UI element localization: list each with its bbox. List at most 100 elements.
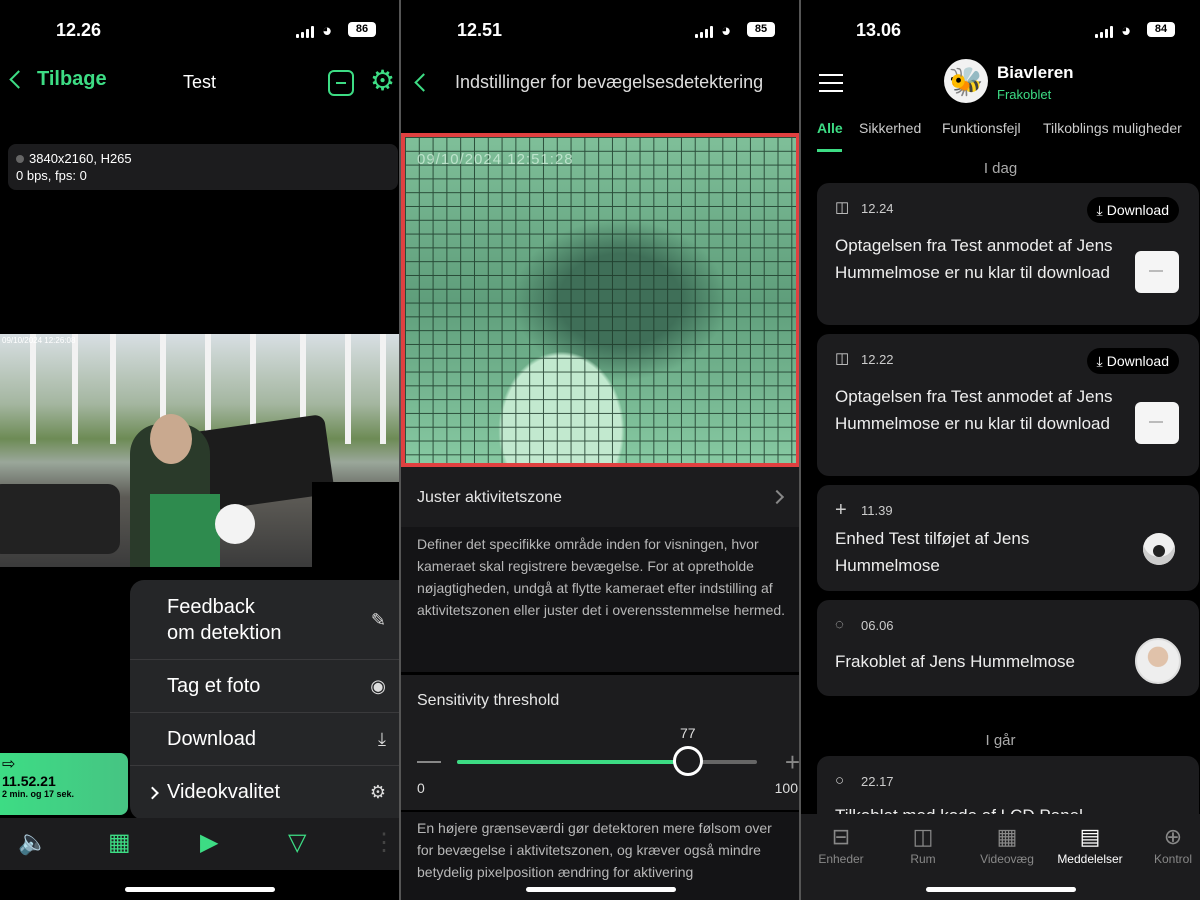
hub-status: Frakoblet <box>997 87 1052 102</box>
arm-ring-icon: ○ <box>835 772 845 789</box>
notification-time: 22.17 <box>861 774 894 789</box>
section-yesterday: I går <box>985 732 1016 749</box>
context-menu: Feedback om detektion ✎ Tag et foto ◉ Do… <box>130 580 399 820</box>
notification-card[interactable]: ◌ 06.06 Frakoblet af Jens Hummelmose <box>817 600 1199 696</box>
download-button[interactable]: ⤓ Download <box>1086 197 1179 223</box>
notification-time: 12.24 <box>861 201 894 216</box>
status-bar: 12.26 ◕ 86 <box>0 0 399 60</box>
back-chevron-icon[interactable] <box>414 73 433 92</box>
bee-avatar-icon[interactable]: 🐝 <box>944 59 988 103</box>
hub-name[interactable]: Biavleren <box>997 63 1074 83</box>
playback-toolbar: 🔈 ▦ ▶ ▽ ⋮ <box>0 818 399 870</box>
zone-timestamp: 09/10/2024 12:51:28 <box>417 151 574 168</box>
disarm-ring-icon: ◌ <box>835 616 844 633</box>
notifications-screen: 13.06 ◕ 84 🐝 Biavleren Frakoblet Alle Si… <box>801 0 1200 900</box>
sensitivity-slider[interactable] <box>457 746 757 776</box>
slider-min: 0 <box>417 780 425 796</box>
event-duration: 2 min. og 17 sek. <box>2 789 75 799</box>
download-button[interactable]: ⤓ Download <box>1086 348 1179 374</box>
motion-detection-settings-screen: 12.51 ◕ 85 Indstillinger for bevægelsesd… <box>401 0 800 900</box>
hub-device-thumbnail <box>1135 251 1179 293</box>
battery-indicator: 85 <box>747 22 775 37</box>
notification-card[interactable]: ◫ 12.22 ⤓ Download Optagelsen fra Test an… <box>817 334 1199 476</box>
slider-value: 77 <box>680 725 696 741</box>
devices-icon: ⊟ <box>831 824 851 849</box>
settings-gear-icon[interactable]: ⚙ <box>370 66 395 96</box>
tab-control[interactable]: ⊕ Kontrol <box>1133 822 1200 866</box>
notification-time: 06.06 <box>861 618 894 633</box>
speaker-icon[interactable]: 🔈 <box>18 830 48 856</box>
battery-indicator: 86 <box>348 22 376 37</box>
tab-label: Rum <box>910 852 936 866</box>
slider-max: 100 <box>774 780 798 796</box>
minus-icon[interactable] <box>417 761 441 763</box>
wifi-icon: ◕ <box>1121 21 1132 40</box>
tab-connection-options[interactable]: Tilkoblings muligheder <box>1043 120 1182 136</box>
sensitivity-description: En højere grænseværdi gør detektoren mer… <box>417 820 772 880</box>
notification-card[interactable]: + 11.39 Enhed Test tilføjet af Jens Humm… <box>817 485 1199 591</box>
stream-rate: 0 bps, fps: 0 <box>16 168 87 183</box>
sensitivity-card: Sensitivity threshold 77 + 0 100 <box>401 675 800 810</box>
stream-info-overlay: 3840x2160, H265 0 bps, fps: 0 <box>8 144 398 190</box>
wifi-icon: ◕ <box>721 21 732 40</box>
chevron-right-icon <box>146 786 159 799</box>
home-indicator <box>124 887 275 892</box>
home-indicator <box>525 887 676 892</box>
sensitivity-label: Sensitivity threshold <box>417 692 560 709</box>
person-vest-shape <box>150 494 220 567</box>
camera-feed-image[interactable]: 09/10/2024 12:26:08 <box>0 334 399 567</box>
menu-item-label: Download <box>167 727 256 750</box>
filter-icon[interactable]: ▽ <box>288 830 306 856</box>
download-label: Download <box>1106 202 1169 218</box>
status-time: 12.51 <box>457 20 503 40</box>
section-today: I dag <box>983 160 1018 177</box>
home-indicator <box>925 887 1076 892</box>
hub-device-thumbnail <box>1135 402 1179 444</box>
black-overlay <box>312 482 399 567</box>
tab-rooms[interactable]: ◫ Rum <box>883 822 963 866</box>
adjust-zone-desc-card: Definer det specifikke område inden for … <box>401 527 800 672</box>
activity-zone-preview[interactable]: 09/10/2024 12:51:28 <box>401 133 800 467</box>
download-icon: ⤓ <box>378 728 386 749</box>
menu-item-download[interactable]: Download ⤓ <box>130 713 399 766</box>
adjust-zone-row[interactable]: Juster aktivitetszone <box>401 467 800 527</box>
menu-hamburger-icon[interactable] <box>819 74 843 92</box>
tab-videowall[interactable]: ▦ Videovæg <box>967 822 1047 866</box>
video-clip-icon: ◫ <box>835 350 850 367</box>
download-icon: ⤓ <box>1096 201 1103 218</box>
signal-icon <box>695 26 715 38</box>
battery-indicator: 84 <box>1147 22 1175 37</box>
feedback-icon: ✎ <box>370 609 386 630</box>
adjust-zone-label: Juster aktivitetszone <box>417 489 562 506</box>
menu-item-feedback[interactable]: Feedback om detektion ✎ <box>130 580 399 660</box>
tab-all[interactable]: Alle <box>817 120 843 136</box>
plus-icon: + <box>835 499 847 521</box>
more-icon[interactable]: ⋮ <box>372 830 396 856</box>
tab-security[interactable]: Sikkerhed <box>859 120 921 136</box>
adjust-zone-description: Definer det specifikke område inden for … <box>417 536 786 618</box>
play-icon[interactable]: ▶ <box>200 830 218 856</box>
control-icon: ⊕ <box>1163 824 1183 849</box>
status-time: 13.06 <box>856 20 902 40</box>
plus-icon[interactable]: + <box>785 749 800 775</box>
tab-devices[interactable]: ⊟ Enheder <box>801 822 881 866</box>
minimize-icon[interactable] <box>328 70 354 96</box>
stream-resolution: 3840x2160, H265 <box>29 151 132 166</box>
slider-fill <box>457 760 688 764</box>
menu-item-video-quality[interactable]: Videokvalitet ⚙ <box>130 766 399 819</box>
rooms-icon: ◫ <box>912 824 934 849</box>
slider-thumb[interactable] <box>673 746 703 776</box>
person-head-shape <box>150 414 192 464</box>
timeline-event-badge[interactable]: ⇨ 11.52.21 2 min. og 17 sek. <box>0 753 128 815</box>
tab-malfunctions[interactable]: Funktionsfejl <box>942 120 1021 136</box>
lower-area: ⇨ 11.52.21 2 min. og 17 sek. Feedback om… <box>0 567 399 820</box>
sofa-shape-left <box>0 484 120 554</box>
calendar-icon[interactable]: ▦ <box>108 830 131 856</box>
notification-card[interactable]: ◫ 12.24 ⤓ Download Optagelsen fra Test an… <box>817 183 1199 325</box>
tab-label: Enheder <box>818 852 864 866</box>
tab-notifications[interactable]: ▤ Meddelelser <box>1050 822 1130 866</box>
zone-grid[interactable] <box>405 137 796 463</box>
download-icon: ⤓ <box>1096 352 1103 369</box>
hub-header: 🐝 Biavleren Frakoblet <box>801 56 1200 108</box>
menu-item-take-photo[interactable]: Tag et foto ◉ <box>130 660 399 713</box>
